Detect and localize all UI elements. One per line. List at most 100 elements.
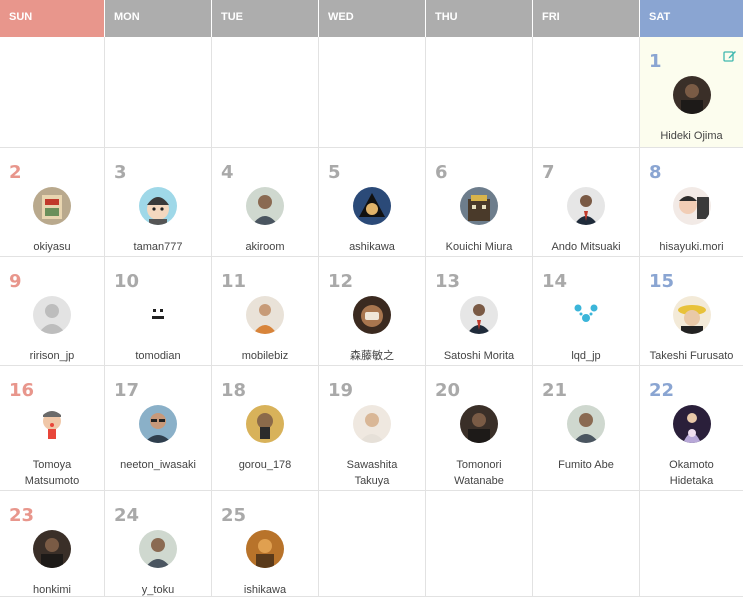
author-name-text[interactable]: neeton_iwasaki (120, 459, 196, 471)
edit-icon[interactable] (723, 49, 737, 63)
day-cell[interactable]: 18 gorou_178 (212, 366, 319, 491)
author-name-text[interactable]: ishikawa (244, 584, 286, 596)
author-name-text[interactable]: okiyasu (33, 241, 70, 253)
photo-stage-icon[interactable] (672, 405, 711, 443)
author-name[interactable]: akiroom (212, 239, 318, 255)
author-name-text[interactable]: Fumito Abe (558, 459, 614, 471)
author-name-text[interactable]: mobilebiz (242, 350, 288, 362)
day-cell[interactable]: 25 ishikawa (212, 491, 319, 597)
author-name[interactable]: ashikawa (319, 239, 425, 255)
photo-dark-icon[interactable] (460, 405, 498, 443)
day-cell[interactable]: 3 taman777 (105, 148, 212, 257)
author-name-text[interactable]: y_toku (142, 584, 174, 596)
photo-speaker-icon[interactable] (246, 296, 284, 334)
photo-food-icon[interactable] (353, 296, 391, 334)
author-name-text[interactable]: 森藤敏之 (350, 350, 394, 362)
author-name[interactable]: Satoshi Morita (426, 348, 532, 364)
day-cell[interactable]: 9 ririson_jp (0, 257, 105, 366)
author-name-line1[interactable]: Tomonori (428, 457, 530, 473)
cartoon-drawing-icon[interactable] (33, 405, 71, 443)
day-cell[interactable]: 16 Tomoya Matsumoto (0, 366, 105, 491)
day-cell[interactable]: 23 honkimi (0, 491, 105, 597)
photo-hat-icon[interactable] (672, 296, 711, 334)
author-name-line2[interactable]: Hidetaka (642, 473, 741, 489)
day-cell[interactable]: 2 okiyasu (0, 148, 105, 257)
day-cell[interactable]: 20 Tomonori Watanabe (426, 366, 533, 491)
author-name[interactable]: okiyasu (0, 239, 104, 255)
day-cell[interactable]: 19 Sawashita Takuya (319, 366, 426, 491)
author-name-text[interactable]: ashikawa (349, 241, 395, 253)
author-name-text[interactable]: lqd_jp (571, 350, 600, 362)
cartoon-face-icon[interactable] (139, 187, 177, 225)
author-name-line2[interactable]: Takuya (321, 473, 423, 489)
default-user-icon[interactable] (33, 296, 71, 334)
photo-child-icon[interactable] (672, 187, 711, 225)
author-name-text[interactable]: Takeshi Furusato (650, 350, 734, 362)
photo-person-icon[interactable] (139, 530, 177, 568)
day-cell[interactable]: 14 lqd_jp (533, 257, 640, 366)
author-name-text[interactable]: Ando Mitsuaki (551, 241, 620, 253)
photo-person-icon[interactable] (246, 187, 284, 225)
photo-suit-icon[interactable] (460, 296, 498, 334)
author-name[interactable]: Tomoya Matsumoto (0, 457, 104, 489)
day-cell[interactable]: 21 Fumito Abe (533, 366, 640, 491)
author-name-line1[interactable]: Tomoya (2, 457, 102, 473)
day-cell[interactable]: 4 akiroom (212, 148, 319, 257)
author-name-text[interactable]: hisayuki.mori (659, 241, 723, 253)
day-cell[interactable]: 15 Takeshi Furusato (640, 257, 743, 366)
day-cell[interactable]: 13 Satoshi Morita (426, 257, 533, 366)
photo-book-icon[interactable] (33, 187, 71, 225)
author-name-text[interactable]: ririson_jp (30, 350, 75, 362)
day-cell[interactable]: 1 Hideki Ojima (640, 37, 743, 148)
author-name[interactable]: Fumito Abe (533, 457, 639, 473)
author-name-line2[interactable]: Matsumoto (2, 473, 102, 489)
day-cell[interactable]: 5 ashikawa (319, 148, 426, 257)
author-name-text[interactable]: Hideki Ojima (660, 130, 722, 142)
author-name[interactable]: honkimi (0, 582, 104, 597)
day-cell[interactable]: 22 Okamoto Hidetaka (640, 366, 743, 491)
author-name[interactable]: Tomonori Watanabe (426, 457, 532, 489)
day-cell[interactable]: 10 tomodian (105, 257, 212, 366)
photo-anime-icon[interactable] (353, 187, 391, 225)
photo-dark-icon[interactable] (33, 530, 71, 568)
author-name[interactable]: Ando Mitsuaki (533, 239, 639, 255)
author-name[interactable]: taman777 (105, 239, 211, 255)
author-name[interactable]: Sawashita Takuya (319, 457, 425, 489)
author-name[interactable]: lqd_jp (533, 348, 639, 364)
minimal-face-icon[interactable] (139, 296, 177, 334)
author-name[interactable]: Hideki Ojima (640, 128, 743, 144)
author-name[interactable]: hisayuki.mori (640, 239, 743, 255)
author-name[interactable]: gorou_178 (212, 457, 318, 473)
photo-warm-icon[interactable] (246, 530, 284, 568)
author-name[interactable]: ririson_jp (0, 348, 104, 364)
author-name[interactable]: Kouichi Miura (426, 239, 532, 255)
day-cell[interactable]: 8 hisayuki.mori (640, 148, 743, 257)
author-name[interactable]: Okamoto Hidetaka (640, 457, 743, 489)
photo-dark-icon[interactable] (672, 76, 711, 114)
author-name-line1[interactable]: Sawashita (321, 457, 423, 473)
author-name-line2[interactable]: Watanabe (428, 473, 530, 489)
photo-suit-icon[interactable] (567, 187, 605, 225)
day-cell[interactable]: 24 y_toku (105, 491, 212, 597)
author-name[interactable]: 森藤敏之 (319, 348, 425, 364)
bear-face-icon[interactable] (567, 296, 605, 334)
photo-glasses-icon[interactable] (139, 405, 177, 443)
author-name[interactable]: ishikawa (212, 582, 318, 597)
day-cell[interactable]: 7 Ando Mitsuaki (533, 148, 640, 257)
author-name-text[interactable]: tomodian (135, 350, 180, 362)
day-cell[interactable]: 17 neeton_iwasaki (105, 366, 212, 491)
author-name-text[interactable]: akiroom (245, 241, 284, 253)
photo-building-icon[interactable] (460, 187, 498, 225)
photo-selfie-icon[interactable] (246, 405, 284, 443)
author-name[interactable]: mobilebiz (212, 348, 318, 364)
author-name-text[interactable]: Kouichi Miura (446, 241, 513, 253)
photo-light-icon[interactable] (353, 405, 391, 443)
day-cell[interactable]: 6 Kouichi Miura (426, 148, 533, 257)
author-name[interactable]: neeton_iwasaki (105, 457, 211, 473)
author-name[interactable]: Takeshi Furusato (640, 348, 743, 364)
day-cell[interactable]: 11 mobilebiz (212, 257, 319, 366)
author-name-text[interactable]: honkimi (33, 584, 71, 596)
photo-person-icon[interactable] (567, 405, 605, 443)
author-name-line1[interactable]: Okamoto (642, 457, 741, 473)
author-name-text[interactable]: taman777 (134, 241, 183, 253)
